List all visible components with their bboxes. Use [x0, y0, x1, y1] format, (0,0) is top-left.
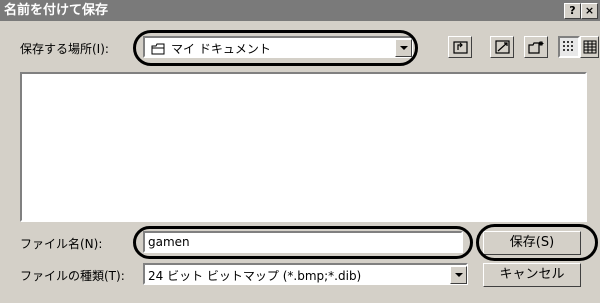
file-list[interactable]: [20, 72, 587, 222]
file-name-label: ファイル名(N):: [20, 237, 103, 251]
new-folder-icon: [528, 41, 544, 54]
highlight-oval-location: [133, 30, 418, 66]
file-type-combo[interactable]: 24 ビット ビットマップ (*.bmp;*.dib): [143, 263, 468, 285]
close-button[interactable]: ×: [581, 3, 598, 19]
highlight-oval-save: [476, 224, 598, 261]
desktop-icon: [495, 40, 510, 54]
highlight-oval-filename: [133, 226, 473, 259]
list-view-button[interactable]: [558, 36, 580, 58]
up-folder-button[interactable]: [448, 36, 472, 58]
dialog-title: 名前を付けて保存: [4, 3, 109, 18]
save-location-label: 保存する場所(I):: [20, 42, 109, 56]
file-type-dropdown-button[interactable]: [450, 266, 467, 284]
cancel-button[interactable]: キャンセル: [483, 263, 581, 287]
list-view-icon: [563, 41, 573, 51]
details-view-icon: [583, 40, 597, 54]
help-button[interactable]: ?: [564, 3, 581, 19]
save-as-dialog: 名前を付けて保存 ? × 保存する場所(I): マイ ドキュメント ファイル名(…: [0, 0, 600, 303]
file-type-label: ファイルの種類(T):: [20, 269, 125, 283]
desktop-button[interactable]: [490, 36, 514, 58]
chevron-down-icon: [454, 273, 463, 277]
title-bar: 名前を付けて保存 ? ×: [0, 0, 600, 21]
file-type-value: 24 ビット ビットマップ (*.bmp;*.dib): [148, 269, 362, 283]
new-folder-button[interactable]: [524, 36, 548, 58]
up-folder-icon: [453, 41, 468, 54]
details-view-button[interactable]: [580, 36, 599, 58]
